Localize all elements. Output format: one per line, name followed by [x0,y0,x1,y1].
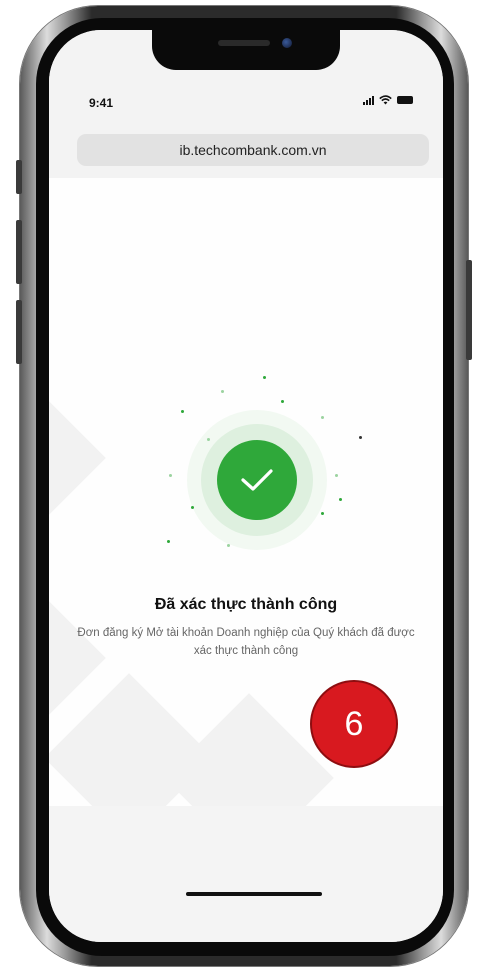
phone-screen: 9:41 ib.techcombank.com.vn Đã xác thực t… [49,30,443,942]
mute-switch [16,160,22,194]
success-badge [217,440,297,520]
confetti-dot [227,544,230,547]
notch [152,30,340,70]
checkmark-icon [241,469,273,491]
success-message: Đơn đăng ký Mở tài khoản Doanh nghiệp củ… [77,627,415,657]
signal-icon [363,95,374,105]
address-bar[interactable]: ib.techcombank.com.vn [77,134,429,166]
background-pattern [49,373,106,543]
step-number-badge: 6 [310,680,398,768]
home-indicator[interactable] [186,892,322,896]
confetti-dot [335,474,338,477]
confetti-dot [181,410,184,413]
confetti-dot [321,512,324,515]
status-time: 9:41 [89,96,114,110]
confetti-dot [167,540,170,543]
volume-down-button [16,300,22,364]
volume-up-button [16,220,22,284]
confetti-dot [359,436,362,439]
confetti-dot [281,400,284,403]
confetti-dot [169,474,172,477]
battery-icon [397,96,413,104]
success-title: Đã xác thực thành công [154,596,338,613]
power-button [466,260,472,360]
confetti-dot [263,376,266,379]
bottom-area [49,806,443,942]
confetti-dot [191,506,194,509]
confetti-dot [207,438,210,441]
status-icons [363,95,413,105]
front-camera [282,38,292,48]
confetti-dot [221,390,224,393]
confetti-dot [339,498,342,501]
speaker-grille [218,40,270,46]
confetti-dot [321,416,324,419]
wifi-icon [379,95,392,105]
